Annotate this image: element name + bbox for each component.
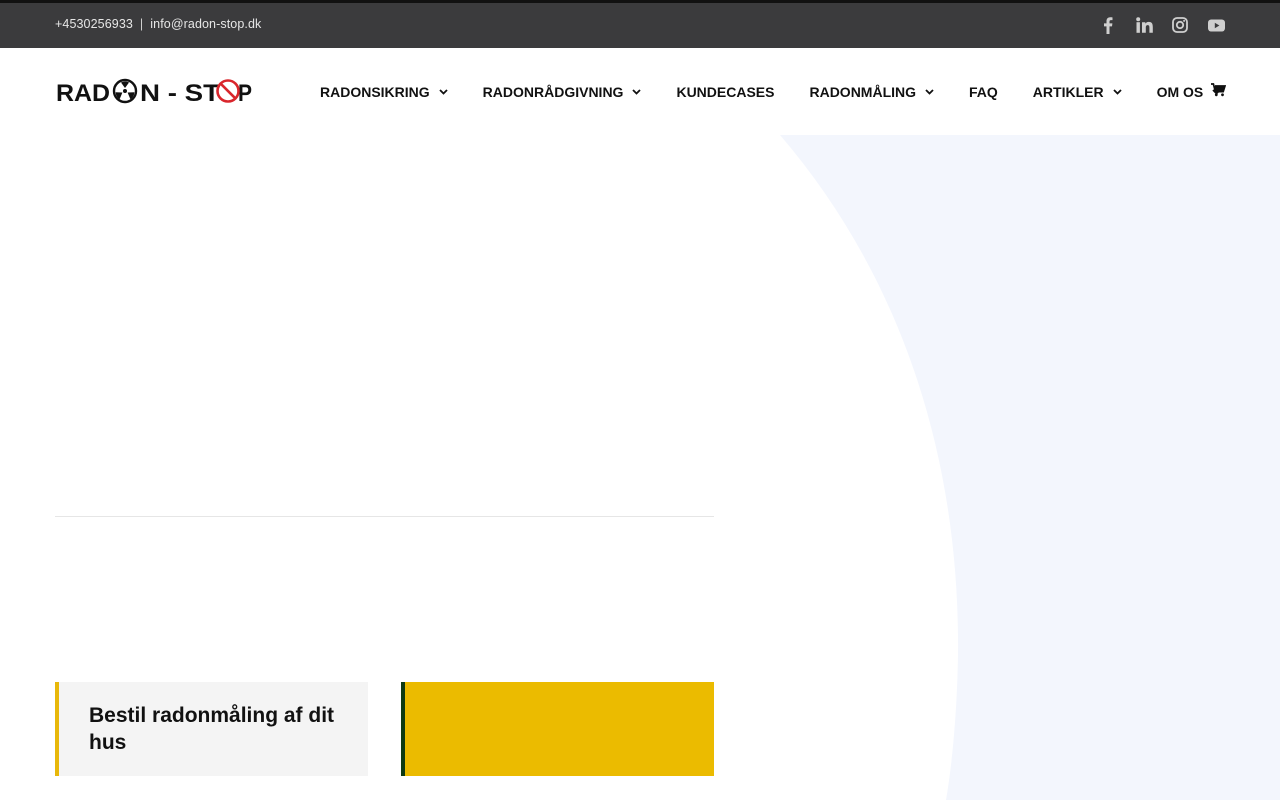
svg-text:N - ST: N - ST <box>140 80 220 106</box>
nav-item-radonsikring[interactable]: RADONSIKRING <box>320 84 448 100</box>
nav-label: KUNDECASES <box>676 83 775 100</box>
nav-item-faq[interactable]: FAQ <box>969 84 998 100</box>
main-header: RAD N - ST P RADONSIKRING RADONRÅDGIVNIN… <box>0 48 1280 135</box>
svg-text:RAD: RAD <box>56 80 110 106</box>
card-title: Bestil radonmåling af dit hus <box>89 704 335 754</box>
phone-link[interactable]: +4530256933 <box>55 17 133 31</box>
site-logo[interactable]: RAD N - ST P <box>56 78 252 106</box>
nav-label: RADONRÅDGIVNING <box>482 83 624 100</box>
youtube-icon[interactable] <box>1207 16 1225 34</box>
nav-label: RADONSIKRING <box>320 83 430 100</box>
nav-label: ARTIKLER <box>1032 83 1104 100</box>
radon-stop-logo: RAD N - ST P <box>56 78 252 106</box>
instagram-icon[interactable] <box>1171 16 1189 34</box>
nav-item-kundecases[interactable]: KUNDECASES <box>676 84 774 100</box>
linkedin-icon[interactable] <box>1135 16 1153 34</box>
nav-label: FAQ <box>969 83 998 100</box>
nav-item-artikler[interactable]: ARTIKLER <box>1033 84 1122 100</box>
chevron-down-icon <box>632 88 642 95</box>
contact-separator: | <box>139 17 144 31</box>
shopping-cart-icon[interactable] <box>1211 83 1227 99</box>
chevron-down-icon <box>1112 88 1122 95</box>
nav-label: RADONMÅLING <box>809 83 917 100</box>
nav-item-radonraadgivning[interactable]: RADONRÅDGIVNING <box>483 84 642 100</box>
social-links <box>1099 16 1225 34</box>
svg-text:P: P <box>238 80 252 106</box>
highlight-card[interactable] <box>401 682 714 776</box>
contact-info: +4530256933 | info@radon-stop.dk <box>55 17 261 31</box>
chevron-down-icon <box>925 88 934 95</box>
chevron-down-icon <box>439 88 448 95</box>
email-link[interactable]: info@radon-stop.dk <box>150 17 261 31</box>
top-bar: +4530256933 | info@radon-stop.dk <box>0 0 1280 48</box>
content-divider <box>55 516 714 517</box>
nav-label: OM OS <box>1156 83 1204 100</box>
order-measurement-card[interactable]: Bestil radonmåling af dit hus <box>55 682 368 776</box>
nav-item-radonmaaling[interactable]: RADONMÅLING <box>809 84 934 100</box>
facebook-icon[interactable] <box>1099 16 1117 34</box>
main-nav: RADONSIKRING RADONRÅDGIVNING KUNDECASES … <box>320 48 1256 135</box>
